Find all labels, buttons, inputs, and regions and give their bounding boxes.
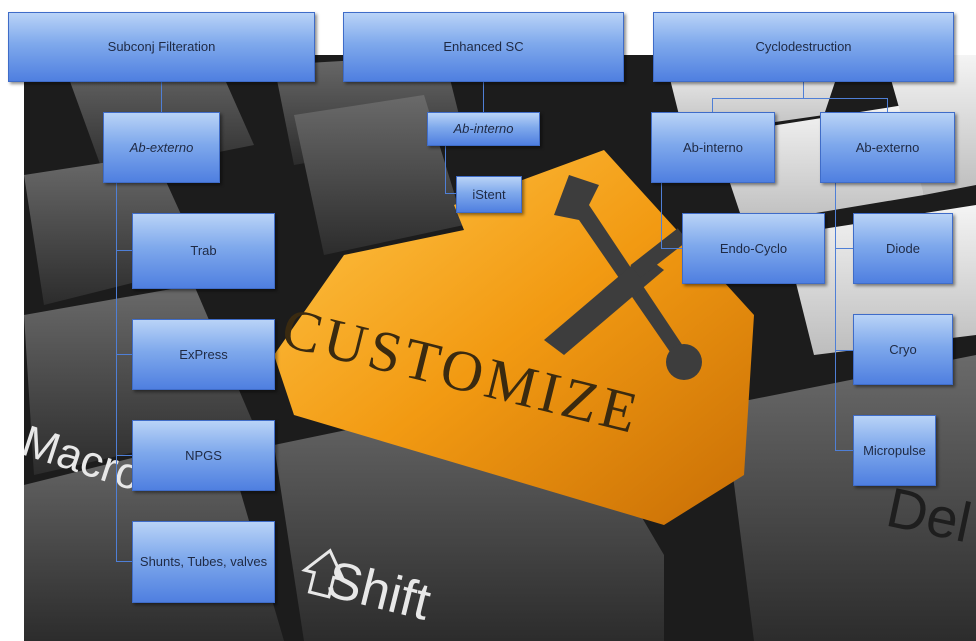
connector	[803, 82, 804, 98]
connector	[887, 98, 888, 112]
node-istent: iStent	[456, 176, 522, 213]
connector	[483, 82, 484, 112]
node-shunts-tubes-valves: Shunts, Tubes, valves	[132, 521, 275, 603]
node-cyclodestruction: Cyclodestruction	[653, 12, 954, 82]
connector	[116, 455, 132, 456]
connector	[712, 98, 888, 99]
connector	[445, 146, 446, 193]
connector	[661, 183, 662, 248]
connector	[835, 183, 836, 450]
connector	[661, 248, 682, 249]
node-cyclo-ab-interno: Ab-interno	[651, 112, 775, 183]
node-micropulse: Micropulse	[853, 415, 936, 486]
connector	[835, 248, 853, 249]
connector	[116, 354, 132, 355]
connector	[835, 350, 853, 351]
node-npgs: NPGS	[132, 420, 275, 491]
node-express: ExPress	[132, 319, 275, 390]
node-cryo: Cryo	[853, 314, 953, 385]
connector	[161, 82, 162, 112]
node-endo-cyclo: Endo-Cyclo	[682, 213, 825, 284]
node-ab-interno-mid: Ab-interno	[427, 112, 540, 146]
node-diode: Diode	[853, 213, 953, 284]
connector	[835, 450, 853, 451]
node-ab-externo-left: Ab-externo	[103, 112, 220, 183]
node-cyclo-ab-externo: Ab-externo	[820, 112, 955, 183]
connector	[116, 561, 132, 562]
node-trab: Trab	[132, 213, 275, 289]
node-enhanced-sc: Enhanced SC	[343, 12, 624, 82]
connector	[445, 193, 456, 194]
connector	[712, 98, 713, 112]
connector	[116, 183, 117, 562]
node-subconj-filteration: Subconj Filteration	[8, 12, 315, 82]
connector	[116, 250, 132, 251]
